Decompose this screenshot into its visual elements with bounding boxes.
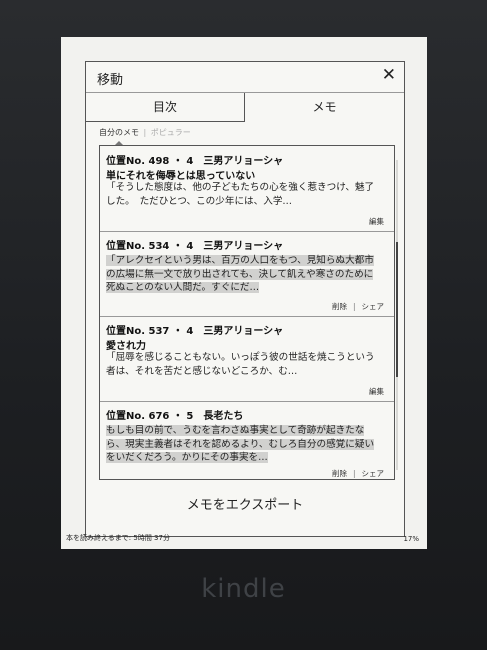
tab-bar: 目次 メモ [86, 92, 404, 122]
edit-button[interactable]: 編集 [369, 387, 384, 396]
highlighted-passage: 「アレクセイという男は、百万の人口をもつ、見知らぬ大都市の広場に無一文で放り出さ… [106, 255, 374, 293]
note-heading: 単にそれを侮辱とは思っていない [106, 171, 256, 182]
notes-filter: 自分のメモ | ポピュラー [99, 127, 191, 138]
note-location: 位置No. 537 ・ 4 三男アリョーシャ [106, 326, 284, 337]
note-actions: 削除 | シェア [331, 302, 385, 311]
filter-my-notes[interactable]: 自分のメモ [99, 128, 139, 137]
note-item[interactable]: 位置No. 498 ・ 4 三男アリョーシャ 単にそれを侮辱とは思っていない 「… [100, 146, 394, 232]
note-text: 「屈辱を感じることもない。いっぽう彼の世話を焼こうという者は、それを苦だと感じな… [106, 352, 375, 377]
goto-dialog: 移動 ✕ 目次 メモ 自分のメモ | ポピュラー 位置No. 498 ・ 4 三… [85, 61, 405, 537]
delete-button[interactable]: 削除 [332, 302, 347, 311]
dialog-header: 移動 ✕ [86, 62, 404, 92]
notes-list[interactable]: 位置No. 498 ・ 4 三男アリョーシャ 単にそれを侮辱とは思っていない 「… [99, 145, 395, 480]
note-actions: 編集 [369, 216, 384, 227]
note-item[interactable]: 位置No. 534 ・ 4 三男アリョーシャ 「アレクセイという男は、百万の人口… [100, 231, 394, 317]
export-notes-button[interactable]: メモをエクスポート [86, 490, 404, 522]
scrollbar-thumb[interactable] [396, 242, 398, 377]
tab-notes[interactable]: メモ [245, 93, 404, 121]
filter-separator: | [143, 128, 147, 137]
note-location: 位置No. 676 ・ 5 長老たち [106, 411, 244, 422]
reading-time-remaining: 本を読み終えるまで: 5時間 37分 [66, 534, 170, 542]
note-item[interactable]: 位置No. 676 ・ 5 長老たち もしも目の前で、うむを言わさぬ事実として奇… [100, 401, 394, 479]
tab-table-of-contents[interactable]: 目次 [86, 93, 245, 122]
note-heading: 愛され力 [106, 341, 146, 352]
delete-button[interactable]: 削除 [332, 469, 347, 478]
close-icon[interactable]: ✕ [382, 65, 396, 85]
edit-button[interactable]: 編集 [369, 217, 384, 226]
note-actions: 削除 | シェア [331, 469, 385, 478]
kindle-logo: kindle [201, 574, 286, 604]
note-location: 位置No. 534 ・ 4 三男アリョーシャ [106, 241, 284, 252]
note-location: 位置No. 498 ・ 4 三男アリョーシャ [106, 156, 284, 167]
share-button[interactable]: シェア [362, 469, 385, 478]
note-text: もしも目の前で、うむを言わさぬ事実として奇跡が起きたなら、現実主義者はそれを認め… [106, 424, 381, 465]
note-text: 「アレクセイという男は、百万の人口をもつ、見知らぬ大都市の広場に無一文で放り出さ… [106, 254, 381, 295]
note-item[interactable]: 位置No. 537 ・ 4 三男アリョーシャ 愛され力 「屈辱を感じることもない… [100, 316, 394, 402]
highlighted-passage: もしも目の前で、うむを言わさぬ事実として奇跡が起きたなら、現実主義者はそれを認め… [106, 425, 375, 463]
e-ink-screen: 移動 ✕ 目次 メモ 自分のメモ | ポピュラー 位置No. 498 ・ 4 三… [61, 37, 427, 549]
share-button[interactable]: シェア [362, 302, 385, 311]
dialog-title: 移動 [97, 73, 124, 88]
reading-progress: 17% [403, 535, 419, 543]
note-actions: 編集 [369, 386, 384, 397]
filter-popular[interactable]: ポピュラー [151, 128, 191, 137]
note-text: 「そうした態度は、他の子どもたちの心を強く惹きつけ、魅了した。 ただひとつ、この… [106, 182, 375, 207]
kindle-device: 移動 ✕ 目次 メモ 自分のメモ | ポピュラー 位置No. 498 ・ 4 三… [0, 0, 487, 650]
